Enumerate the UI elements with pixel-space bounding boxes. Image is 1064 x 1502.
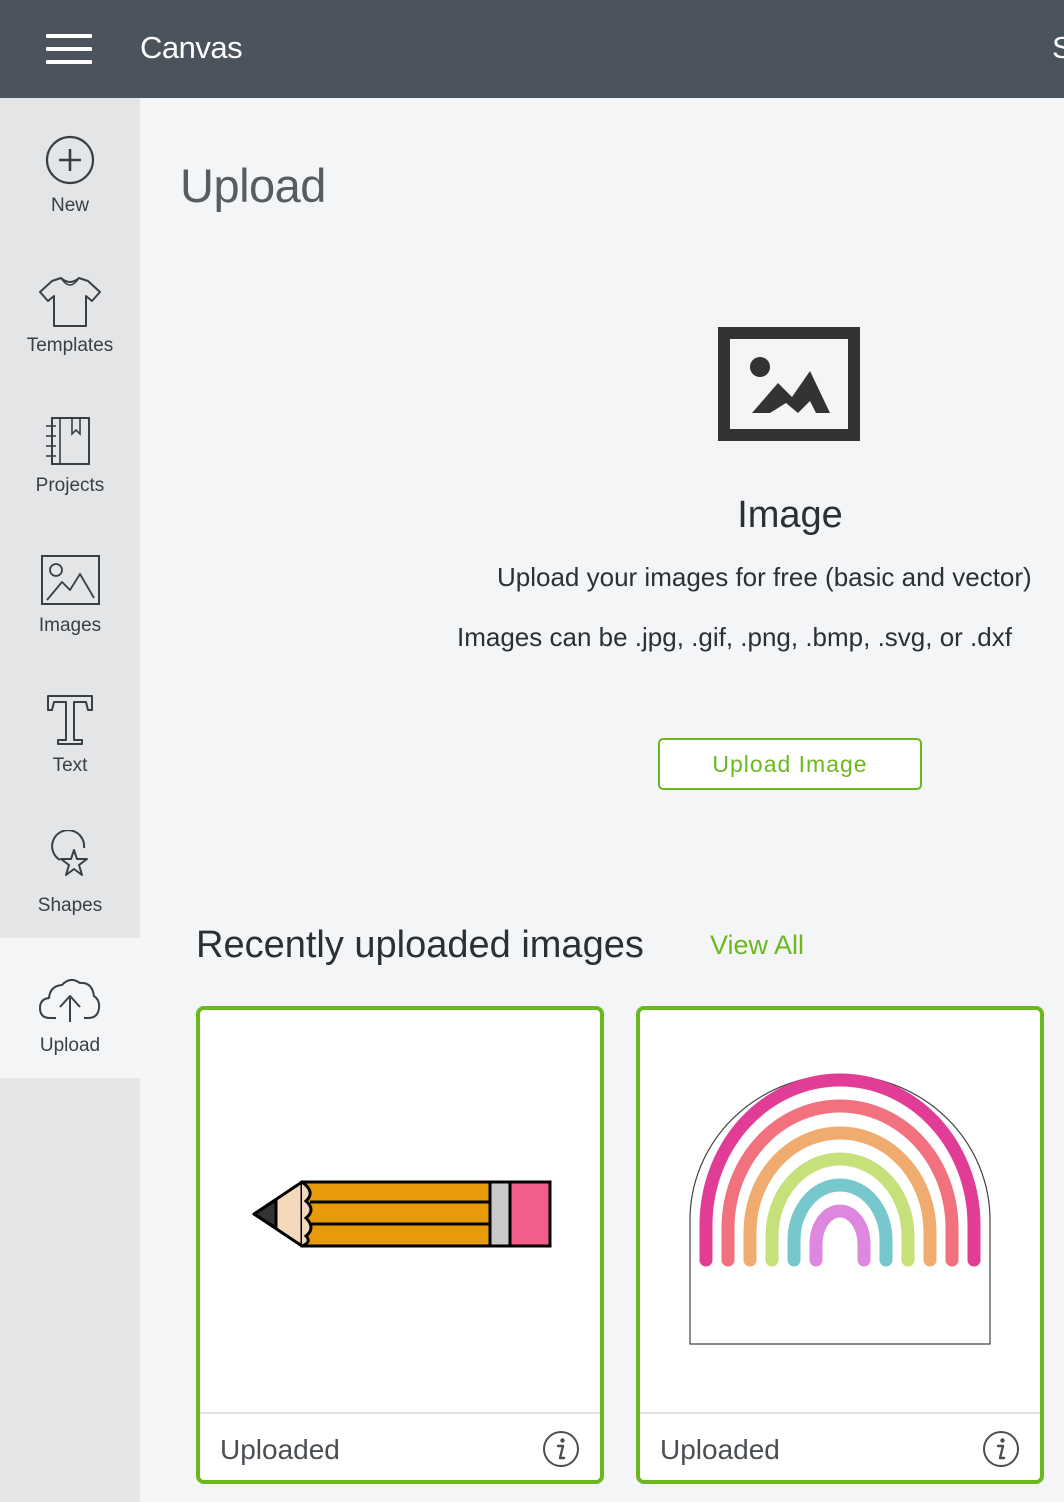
sidebar-item-label: Projects xyxy=(35,475,105,496)
sidebar: New Templates Projects Images Text Shape… xyxy=(0,98,140,1502)
uploaded-image-card[interactable]: Uploaded xyxy=(196,1006,604,1484)
image-placeholder-icon xyxy=(718,327,860,441)
card-label: Uploaded xyxy=(660,1434,780,1465)
recent-uploads-heading: Recently uploaded images xyxy=(196,924,644,966)
sidebar-item-label: New xyxy=(50,195,89,216)
info-icon[interactable] xyxy=(542,1430,580,1468)
image-section-description: Upload your images for free (basic and v… xyxy=(497,562,1032,592)
pencil-thumbnail xyxy=(200,1010,600,1412)
sidebar-item-label: Images xyxy=(38,615,102,636)
shapes-icon xyxy=(34,829,106,890)
sidebar-item-label: Templates xyxy=(26,335,114,356)
image-section-heading: Image xyxy=(737,494,843,536)
sidebar-item-label: Text xyxy=(52,755,88,776)
upload-image-button[interactable]: Upload Image xyxy=(658,738,922,790)
sidebar-item-label: Shapes xyxy=(37,895,103,916)
top-bar: Canvas S xyxy=(0,0,1064,98)
image-formats-description: Images can be .jpg, .gif, .png, .bmp, .s… xyxy=(457,622,1012,652)
uploaded-image-card[interactable]: Uploaded xyxy=(636,1006,1044,1484)
sidebar-item-templates[interactable]: Templates xyxy=(0,238,140,378)
cloud-upload-icon xyxy=(34,970,106,1030)
sidebar-item-images[interactable]: Images xyxy=(0,518,140,658)
topbar-right-text[interactable]: S xyxy=(1052,30,1064,66)
rainbow-thumbnail xyxy=(640,1010,1040,1412)
notebook-icon xyxy=(34,410,106,470)
card-label: Uploaded xyxy=(220,1434,340,1465)
sidebar-item-shapes[interactable]: Shapes xyxy=(0,798,140,938)
hamburger-menu-icon[interactable] xyxy=(46,34,94,66)
plus-circle-icon xyxy=(34,130,106,190)
sidebar-item-new[interactable]: New xyxy=(0,98,140,238)
sidebar-item-text[interactable]: Text xyxy=(0,658,140,798)
card-footer: Uploaded xyxy=(200,1412,600,1480)
sidebar-item-label: Upload xyxy=(39,1035,101,1056)
tshirt-icon xyxy=(34,270,106,330)
info-icon[interactable] xyxy=(982,1430,1020,1468)
text-t-icon xyxy=(34,690,106,750)
sidebar-item-projects[interactable]: Projects xyxy=(0,378,140,518)
sidebar-item-upload[interactable]: Upload xyxy=(0,938,140,1078)
view-all-link[interactable]: View All xyxy=(710,930,804,961)
card-footer: Uploaded xyxy=(640,1412,1040,1480)
image-icon xyxy=(34,550,106,610)
page-title: Upload xyxy=(180,159,326,212)
app-title: Canvas xyxy=(140,30,243,65)
